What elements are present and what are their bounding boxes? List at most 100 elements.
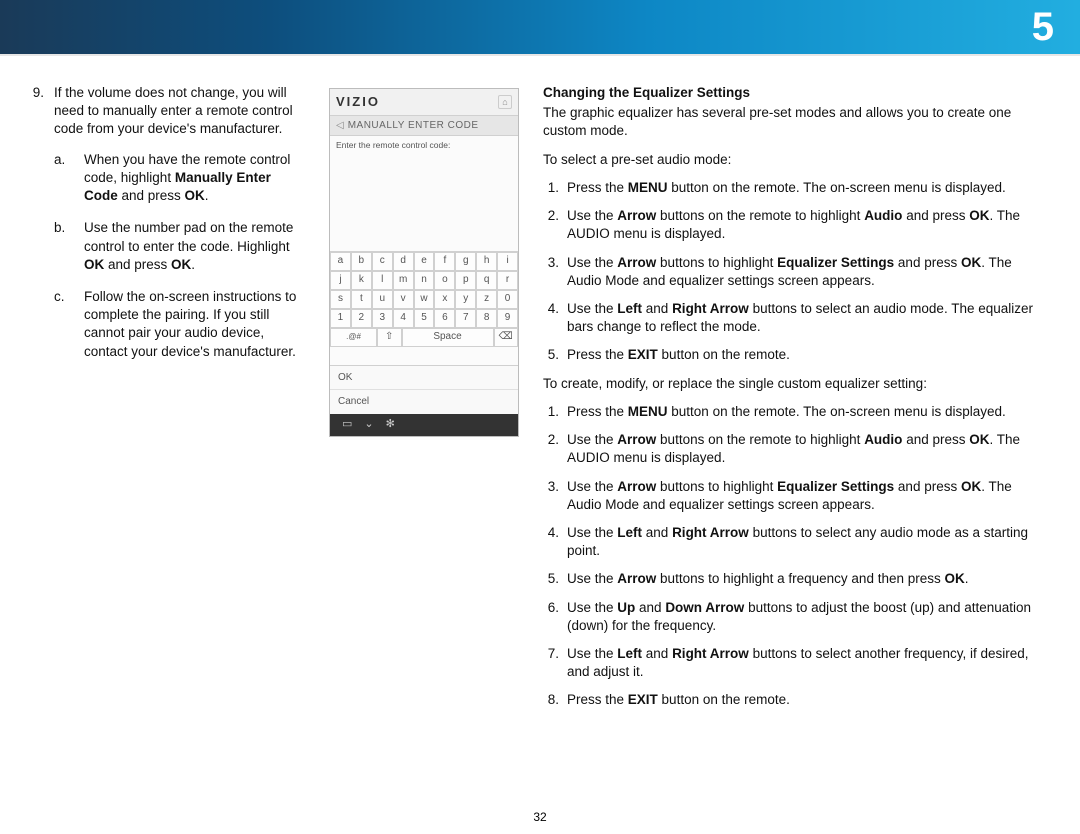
key: 8 (476, 309, 497, 328)
step-number: 1. (543, 179, 559, 197)
step-item: 5.Press the EXIT button on the remote. (543, 346, 1044, 364)
key: p (455, 271, 476, 290)
step-text: Use the Left and Right Arrow buttons to … (567, 524, 1044, 560)
lead-1: To select a pre-set audio mode: (543, 151, 1044, 169)
step-item: 4.Use the Left and Right Arrow buttons t… (543, 524, 1044, 560)
widescreen-icon: ▭ (342, 417, 352, 432)
key: a (330, 252, 351, 271)
key: w (414, 290, 435, 309)
step-number: 2. (543, 207, 559, 243)
left-column: 9. If the volume does not change, you wi… (30, 84, 305, 720)
page-number: 32 (0, 810, 1080, 824)
lead-2: To create, modify, or replace the single… (543, 375, 1044, 393)
key: h (476, 252, 497, 271)
step-item: 7.Use the Left and Right Arrow buttons t… (543, 645, 1044, 681)
sub-text: When you have the remote control code, h… (84, 151, 305, 206)
step-text: Press the EXIT button on the remote. (567, 691, 1044, 709)
key: m (393, 271, 414, 290)
sub-marker: a. (54, 151, 74, 206)
key: f (434, 252, 455, 271)
key: 2 (351, 309, 372, 328)
key: v (393, 290, 414, 309)
step-number: 2. (543, 431, 559, 467)
step-text: Use the Arrow buttons to highlight Equal… (567, 478, 1044, 514)
key: 1 (330, 309, 351, 328)
sub-list-item: a.When you have the remote control code,… (54, 151, 305, 206)
step-number: 3. (543, 478, 559, 514)
step-number: 4. (543, 300, 559, 336)
step-text: Use the Arrow buttons on the remote to h… (567, 431, 1044, 467)
key: k (351, 271, 372, 290)
home-icon: ⌂ (498, 95, 512, 109)
keyboard-row: jklmnopqr (330, 271, 518, 290)
key: d (393, 252, 414, 271)
step-item: 4.Use the Left and Right Arrow buttons t… (543, 300, 1044, 336)
sub-text: Follow the on-screen instructions to com… (84, 288, 305, 361)
screen-hint: Enter the remote control code: (330, 136, 518, 155)
step-item: 1. Press the MENU button on the remote. T… (543, 179, 1044, 197)
step-text: Use the Arrow buttons to highlight Equal… (567, 254, 1044, 290)
item-9-text: If the volume does not change, you will … (54, 85, 293, 136)
key: 9 (497, 309, 518, 328)
chapter-banner: 5 (0, 0, 1080, 54)
screen-title: MANUALLY ENTER CODE (348, 119, 479, 133)
back-icon: ◁ (336, 119, 344, 133)
step-item: 3.Use the Arrow buttons to highlight Equ… (543, 478, 1044, 514)
step-text: Press the MENU button on the remote. The… (567, 179, 1044, 197)
key: 4 (393, 309, 414, 328)
key: n (414, 271, 435, 290)
step-text: Use the Arrow buttons to highlight a fre… (567, 570, 1044, 588)
key: e (414, 252, 435, 271)
key: g (455, 252, 476, 271)
sub-text: Use the number pad on the remote control… (84, 219, 305, 274)
key: u (372, 290, 393, 309)
step-text: Press the MENU button on the remote. The… (567, 403, 1044, 421)
backspace-key: ⌫ (494, 328, 519, 347)
key: 7 (455, 309, 476, 328)
sub-marker: b. (54, 219, 74, 274)
key: 5 (414, 309, 435, 328)
sub-list-item: b.Use the number pad on the remote contr… (54, 219, 305, 274)
step-text: Use the Left and Right Arrow buttons to … (567, 300, 1044, 336)
step-item: 2.Use the Arrow buttons on the remote to… (543, 207, 1044, 243)
key: o (434, 271, 455, 290)
step-number: 7. (543, 645, 559, 681)
list-item: 9. If the volume does not change, you wi… (30, 84, 305, 375)
keyboard-row: stuvwxyz0 (330, 290, 518, 309)
step-text: Use the Arrow buttons on the remote to h… (567, 207, 1044, 243)
step-number: 8. (543, 691, 559, 709)
sub-marker: c. (54, 288, 74, 361)
step-number: 1. (543, 403, 559, 421)
step-text: Use the Left and Right Arrow buttons to … (567, 645, 1044, 681)
right-column: Changing the Equalizer Settings The grap… (543, 84, 1050, 720)
step-number: 3. (543, 254, 559, 290)
step-number: 4. (543, 524, 559, 560)
key: q (476, 271, 497, 290)
screenshot-footer: ▭ ⌄ ✻ (330, 414, 518, 436)
key: l (372, 271, 393, 290)
step-item: 5. Use the Arrow buttons to highlight a f… (543, 570, 1044, 588)
key: x (434, 290, 455, 309)
section-heading: Changing the Equalizer Settings (543, 84, 1044, 102)
cancel-option: Cancel (330, 389, 518, 414)
section-intro: The graphic equalizer has several pre-se… (543, 104, 1044, 140)
step-number: 5. (543, 570, 559, 588)
key: j (330, 271, 351, 290)
chapter-number: 5 (1032, 5, 1054, 50)
key: t (351, 290, 372, 309)
keyboard-row: .@#⇧Space⌫ (330, 328, 518, 347)
vizio-logo: VIZIO (336, 93, 380, 111)
step-text: Press the EXIT button on the remote. (567, 346, 1044, 364)
key: s (330, 290, 351, 309)
step-number: 6. (543, 599, 559, 635)
symbols-key: .@# (330, 328, 377, 347)
key: z (476, 290, 497, 309)
ok-option: OK (330, 365, 518, 390)
key: c (372, 252, 393, 271)
key: 0 (497, 290, 518, 309)
key: r (497, 271, 518, 290)
sub-list-item: c.Follow the on-screen instructions to c… (54, 288, 305, 361)
step-text: Use the Up and Down Arrow buttons to adj… (567, 599, 1044, 635)
step-item: 6.Use the Up and Down Arrow buttons to a… (543, 599, 1044, 635)
chevron-down-icon: ⌄ (364, 417, 373, 432)
